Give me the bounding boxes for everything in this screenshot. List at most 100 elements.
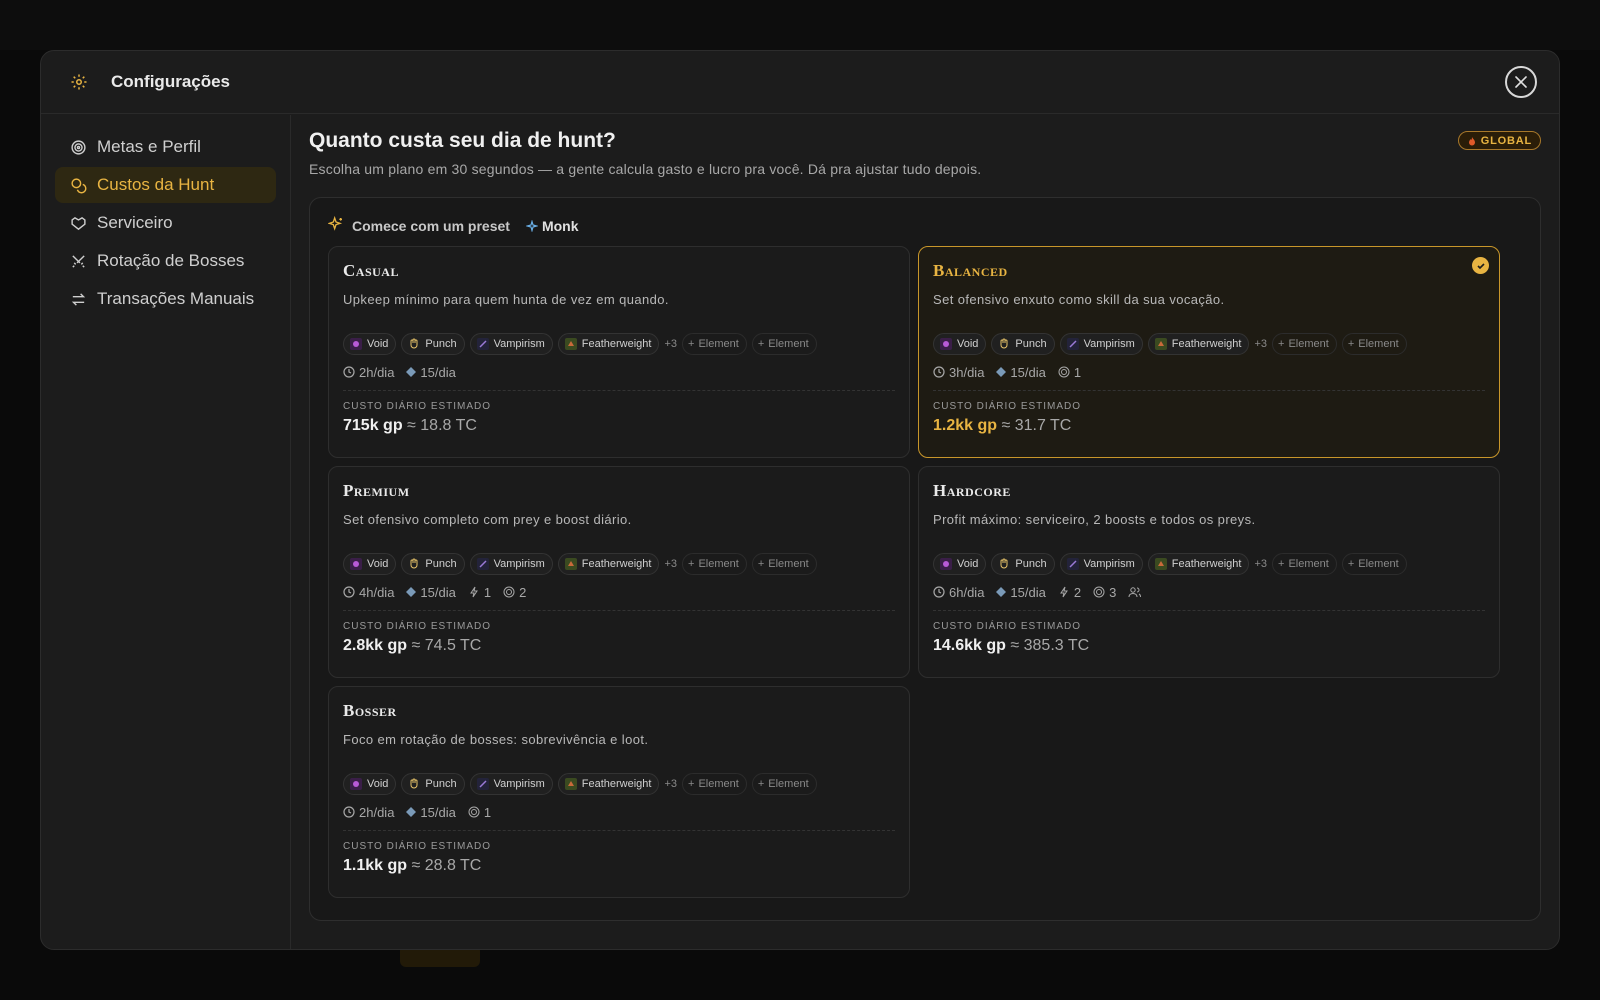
cost-label: CUSTO DIÁRIO ESTIMADO xyxy=(343,621,492,632)
featherweight-chip[interactable]: Featherweight xyxy=(1147,333,1250,355)
gems-stat: 15/dia xyxy=(996,585,1046,600)
void-chip[interactable]: Void xyxy=(343,553,397,575)
gear-icon xyxy=(69,72,89,92)
hours-stat: 3h/dia xyxy=(933,365,984,380)
punch-chip[interactable]: Punch xyxy=(991,553,1055,575)
imbuement-icon xyxy=(476,337,490,351)
punch-chip[interactable]: Punch xyxy=(401,333,465,355)
sidebar-item-custos-hunt[interactable]: Custos da Hunt xyxy=(55,167,276,203)
add-element-chip[interactable]: + Element xyxy=(682,553,747,575)
vampirism-chip[interactable]: Vampirism xyxy=(1059,333,1143,355)
divider xyxy=(933,610,1485,611)
add-element-chip[interactable]: + Element xyxy=(1272,553,1337,575)
gem-icon xyxy=(996,587,1007,597)
boosts-stat: 1 xyxy=(468,585,491,600)
clock-icon xyxy=(343,366,355,378)
void-chip[interactable]: Void xyxy=(933,553,987,575)
imbuement-icon xyxy=(476,557,490,571)
imbuement-chips: Void Punch Vampirism Featherweight +3 + Elemen… xyxy=(933,333,1485,355)
sparkles-icon xyxy=(327,215,344,235)
featherweight-chip[interactable]: Featherweight xyxy=(557,333,660,355)
add-element-chip[interactable]: + Element xyxy=(682,773,747,795)
punch-chip[interactable]: Punch xyxy=(401,553,465,575)
imbuement-icon xyxy=(349,557,363,571)
imbuement-chips: Void Punch Vampirism Featherweight +3 + Elemen… xyxy=(343,553,895,575)
gem-icon xyxy=(406,587,417,597)
preset-card[interactable]: Casual Upkeep mínimo para quem hunta de … xyxy=(328,246,910,458)
hours-stat: 2h/dia xyxy=(343,365,394,380)
cost-label: CUSTO DIÁRIO ESTIMADO xyxy=(933,621,1082,632)
featherweight-chip[interactable]: Featherweight xyxy=(1147,553,1250,575)
preset-card[interactable]: Balanced Set ofensivo enxuto como skill … xyxy=(918,246,1500,458)
imbuement-icon xyxy=(564,557,578,571)
plus-icon: + xyxy=(1347,558,1355,570)
vampirism-chip[interactable]: Vampirism xyxy=(1059,553,1143,575)
imbuement-chips: Void Punch Vampirism Featherweight +3 + Elemen… xyxy=(343,333,895,355)
card-title: Premium xyxy=(343,481,410,500)
card-title: Bosser xyxy=(343,701,397,720)
more-count: +3 xyxy=(664,778,678,790)
users-icon xyxy=(1128,586,1142,598)
void-chip[interactable]: Void xyxy=(343,333,397,355)
daily-cost: 715k gp ≈ 18.8 TC xyxy=(343,417,895,435)
card-title: Hardcore xyxy=(933,481,1011,500)
punch-chip[interactable]: Punch xyxy=(401,773,465,795)
void-chip[interactable]: Void xyxy=(343,773,397,795)
preset-card[interactable]: Hardcore Profit máximo: serviceiro, 2 bo… xyxy=(918,466,1500,678)
sidebar-item-label: Transações Manuais xyxy=(97,289,255,308)
add-element-chip[interactable]: + Element xyxy=(751,773,817,795)
card-stats: 3h/dia 15/dia 1 xyxy=(933,362,1485,382)
close-button[interactable] xyxy=(1505,66,1537,98)
check-icon xyxy=(1472,257,1489,274)
sidebar-item-metas-perfil[interactable]: Metas e Perfil xyxy=(55,129,276,165)
card-stats: 2h/dia 15/dia xyxy=(343,362,895,382)
cost-label: CUSTO DIÁRIO ESTIMADO xyxy=(933,401,1082,412)
gem-icon xyxy=(996,367,1007,377)
sidebar-item-serviceiro[interactable]: Serviceiro xyxy=(55,205,276,241)
card-stats: 4h/dia 15/dia 1 2 xyxy=(343,582,895,602)
featherweight-chip[interactable]: Featherweight xyxy=(557,773,660,795)
preset-panel: Comece com um preset Monk Casual Upkeep … xyxy=(309,197,1541,921)
sidebar-item-transacoes[interactable]: Transações Manuais xyxy=(55,281,276,317)
sidebar-item-label: Rotação de Bosses xyxy=(97,251,245,270)
imbuement-icon xyxy=(939,557,953,571)
add-element-chip[interactable]: + Element xyxy=(751,333,817,355)
card-description: Profit máximo: serviceiro, 2 boosts e to… xyxy=(933,512,1256,527)
sparkle-icon xyxy=(525,219,538,232)
add-element-chip[interactable]: + Element xyxy=(1272,333,1337,355)
plus-icon: + xyxy=(757,558,765,570)
hours-stat: 2h/dia xyxy=(343,805,394,820)
punch-chip[interactable]: Punch xyxy=(991,333,1055,355)
gem-icon xyxy=(406,807,417,817)
preys-stat: 3 xyxy=(1093,585,1116,600)
cost-tc: ≈ 385.3 TC xyxy=(1010,637,1090,654)
preset-header: Comece com um preset Monk xyxy=(327,215,579,235)
cost-tc: ≈ 28.8 TC xyxy=(411,857,482,874)
handshake-icon xyxy=(69,214,87,232)
vampirism-chip[interactable]: Vampirism xyxy=(469,553,553,575)
plus-icon: + xyxy=(1347,338,1355,350)
imbuement-icon xyxy=(997,557,1011,571)
divider xyxy=(343,390,895,391)
preset-card[interactable]: Premium Set ofensivo completo com prey e… xyxy=(328,466,910,678)
add-element-chip[interactable]: + Element xyxy=(1341,553,1407,575)
vampirism-chip[interactable]: Vampirism xyxy=(469,333,553,355)
cost-tc: ≈ 74.5 TC xyxy=(411,637,482,654)
void-chip[interactable]: Void xyxy=(933,333,987,355)
add-element-chip[interactable]: + Element xyxy=(751,553,817,575)
cost-label: CUSTO DIÁRIO ESTIMADO xyxy=(343,841,492,852)
daily-cost: 14.6kk gp ≈ 385.3 TC xyxy=(933,637,1485,655)
target-icon xyxy=(1093,586,1105,598)
preset-card[interactable]: Bosser Foco em rotação de bosses: sobrev… xyxy=(328,686,910,898)
plus-icon: + xyxy=(1278,338,1285,350)
plus-icon: + xyxy=(757,778,765,790)
target-icon xyxy=(503,586,515,598)
add-element-chip[interactable]: + Element xyxy=(1341,333,1407,355)
clock-icon xyxy=(933,366,945,378)
vampirism-chip[interactable]: Vampirism xyxy=(469,773,553,795)
global-badge: GLOBAL xyxy=(1457,131,1541,150)
page-title: Quanto custa seu dia de hunt? xyxy=(309,129,616,152)
add-element-chip[interactable]: + Element xyxy=(682,333,747,355)
sidebar-item-rotacao-bosses[interactable]: Rotação de Bosses xyxy=(55,243,276,279)
featherweight-chip[interactable]: Featherweight xyxy=(557,553,660,575)
